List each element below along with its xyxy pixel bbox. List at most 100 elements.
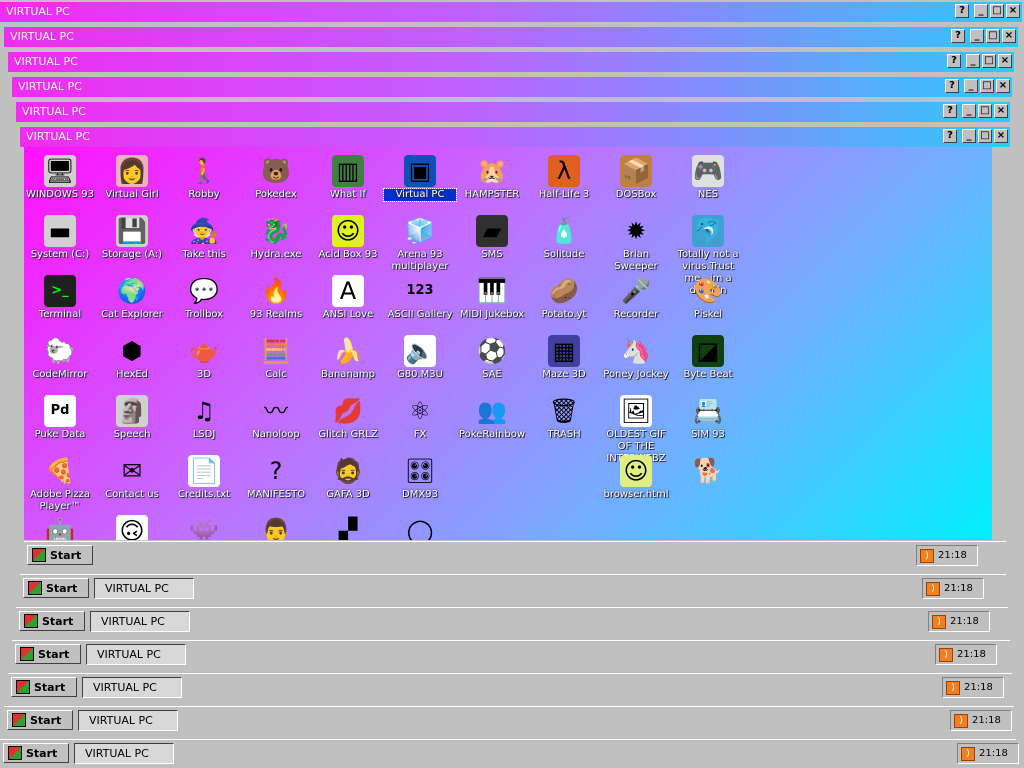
desktop-icon[interactable]: 🐑 CodeMirror bbox=[24, 335, 96, 381]
maximize-button[interactable]: □ bbox=[980, 79, 994, 93]
desktop-icon[interactable]: 📇 SIM 93 bbox=[672, 395, 744, 441]
taskbar-window-button[interactable]: VIRTUAL PC bbox=[74, 743, 174, 764]
help-button[interactable]: ? bbox=[947, 54, 961, 68]
desktop-icon[interactable]: ▞ bbox=[312, 515, 384, 540]
help-button[interactable]: ? bbox=[943, 104, 957, 118]
minimize-button[interactable]: _ bbox=[970, 29, 984, 43]
desktop-icon[interactable]: ◪ Byte Beat bbox=[672, 335, 744, 381]
desktop-icon[interactable]: 🖥 WINDOWS 93 bbox=[24, 155, 96, 201]
start-button[interactable]: Start bbox=[27, 545, 93, 565]
desktop-icon[interactable]: 💬 Trollbox bbox=[168, 275, 240, 321]
desktop-icon[interactable]: 🧊 Arena 93 multiplayer bbox=[384, 215, 456, 273]
desktop-icon[interactable]: ▬ System (C:) bbox=[24, 215, 96, 261]
minimize-button[interactable]: _ bbox=[974, 4, 988, 18]
maximize-button[interactable]: □ bbox=[978, 104, 992, 118]
rss-icon[interactable]: ) bbox=[954, 713, 968, 728]
taskbar-window-button[interactable]: VIRTUAL PC bbox=[94, 578, 194, 599]
desktop-icon[interactable]: 🫖 3D bbox=[168, 335, 240, 381]
desktop-icon[interactable]: 💋 Glitch GRLZ bbox=[312, 395, 384, 441]
desktop-icon[interactable]: ⬢ HexEd bbox=[96, 335, 168, 381]
desktop-icon[interactable]: ☺ browser.html bbox=[600, 455, 672, 501]
start-button[interactable]: Start bbox=[7, 710, 73, 730]
rss-icon[interactable]: ) bbox=[946, 680, 960, 695]
desktop-icon[interactable]: λ Half-Life 3 bbox=[528, 155, 600, 201]
desktop-icon[interactable]: 🔥 93 Realms bbox=[240, 275, 312, 321]
desktop-icon[interactable]: 🍌 Bananamp bbox=[312, 335, 384, 381]
desktop-icon[interactable]: 🍕 Adobe Pizza Player™ bbox=[24, 455, 96, 513]
rss-icon[interactable]: ) bbox=[926, 581, 940, 596]
maximize-button[interactable]: □ bbox=[990, 4, 1004, 18]
desktop-icon[interactable]: 🐕 bbox=[672, 455, 744, 489]
desktop-icon[interactable]: 👩 Virtual Girl bbox=[96, 155, 168, 201]
desktop-icon[interactable]: ◯ bbox=[384, 515, 456, 540]
desktop-icon[interactable]: 📦 DOSBox bbox=[600, 155, 672, 201]
desktop-icon[interactable]: ▦ Maze 3D bbox=[528, 335, 600, 381]
minimize-button[interactable]: _ bbox=[962, 104, 976, 118]
start-button[interactable]: Start bbox=[15, 644, 81, 664]
desktop-icon[interactable]: 🌍 Cat Explorer bbox=[96, 275, 168, 321]
desktop-icon[interactable]: 🎛 DMX93 bbox=[384, 455, 456, 501]
close-button[interactable]: × bbox=[994, 104, 1008, 118]
desktop-icon[interactable]: ▣ Virtual PC bbox=[383, 155, 457, 202]
desktop-icon[interactable]: ☺ Acid Box 93 bbox=[312, 215, 384, 261]
desktop-icon[interactable]: ▥ What If bbox=[312, 155, 384, 201]
help-button[interactable]: ? bbox=[955, 4, 969, 18]
rss-icon[interactable]: ) bbox=[920, 548, 934, 563]
window-titlebar[interactable]: VIRTUAL PC? _ □ × bbox=[16, 102, 1010, 122]
start-button[interactable]: Start bbox=[23, 578, 89, 598]
desktop-icon[interactable]: 🦄 Poney Jockey bbox=[600, 335, 672, 381]
desktop-icon[interactable]: 💾 Storage (A:) bbox=[96, 215, 168, 261]
window-titlebar[interactable]: VIRTUAL PC? _ □ × bbox=[12, 77, 1012, 97]
desktop-icon[interactable]: 🗑 TRASH bbox=[528, 395, 600, 441]
desktop-icon[interactable]: 🥔 Potato.yt bbox=[528, 275, 600, 321]
desktop-icon[interactable]: ✉ Contact us bbox=[96, 455, 168, 501]
desktop-icon[interactable]: >_ Terminal bbox=[24, 275, 96, 321]
desktop-icon[interactable]: ▰ SMS bbox=[456, 215, 528, 261]
maximize-button[interactable]: □ bbox=[986, 29, 1000, 43]
desktop-icon[interactable]: 🧮 Calc bbox=[240, 335, 312, 381]
desktop-icon[interactable]: 👾 bbox=[168, 515, 240, 540]
desktop-icon[interactable]: 🧔 GAFA 3D bbox=[312, 455, 384, 501]
taskbar-window-button[interactable]: VIRTUAL PC bbox=[86, 644, 186, 665]
desktop-icon[interactable]: 🐻 Pokedex bbox=[240, 155, 312, 201]
close-button[interactable]: × bbox=[1006, 4, 1020, 18]
help-button[interactable]: ? bbox=[943, 129, 957, 143]
desktop-icon[interactable]: ⚛ FX bbox=[384, 395, 456, 441]
desktop-icon[interactable]: 🐹 HAMPSTER bbox=[456, 155, 528, 201]
desktop-icon[interactable]: 🐉 Hydra.exe bbox=[240, 215, 312, 261]
close-button[interactable]: × bbox=[998, 54, 1012, 68]
desktop-icon[interactable]: 🤖 bbox=[24, 515, 96, 540]
taskbar-window-button[interactable]: VIRTUAL PC bbox=[90, 611, 190, 632]
close-button[interactable]: × bbox=[1002, 29, 1016, 43]
start-button[interactable]: Start bbox=[3, 743, 69, 763]
help-button[interactable]: ? bbox=[951, 29, 965, 43]
desktop-icon[interactable]: 🔈 G80.M3U bbox=[384, 335, 456, 381]
desktop-icon[interactable]: 〰 Nanoloop bbox=[240, 395, 312, 441]
desktop-icon[interactable]: 🗿 Speech bbox=[96, 395, 168, 441]
desktop-icon[interactable]: 🎨 Piskel bbox=[672, 275, 744, 321]
desktop-icon[interactable]: 🧴 Solitude bbox=[528, 215, 600, 261]
desktop-icon[interactable]: 🎹 MIDI Jukebox bbox=[456, 275, 528, 321]
desktop-icon[interactable]: ⚽ SAE bbox=[456, 335, 528, 381]
desktop-icon[interactable]: ? MANIFESTO bbox=[240, 455, 312, 501]
minimize-button[interactable]: _ bbox=[966, 54, 980, 68]
rss-icon[interactable]: ) bbox=[932, 614, 946, 629]
desktop-icon[interactable]: ✹ Brian Sweeper bbox=[600, 215, 672, 273]
close-button[interactable]: × bbox=[996, 79, 1010, 93]
desktop-icon[interactable]: 👨 bbox=[240, 515, 312, 540]
desktop-icon[interactable]: ♫ LSDJ bbox=[168, 395, 240, 441]
minimize-button[interactable]: _ bbox=[964, 79, 978, 93]
taskbar-window-button[interactable]: VIRTUAL PC bbox=[82, 677, 182, 698]
desktop-icon[interactable]: 🚶 Robby bbox=[168, 155, 240, 201]
window-titlebar[interactable]: VIRTUAL PC? _ □ × bbox=[0, 2, 1022, 22]
maximize-button[interactable]: □ bbox=[982, 54, 996, 68]
close-button[interactable]: × bbox=[994, 129, 1008, 143]
start-button[interactable]: Start bbox=[11, 677, 77, 697]
minimize-button[interactable]: _ bbox=[962, 129, 976, 143]
desktop-icon[interactable]: 📄 Credits.txt bbox=[168, 455, 240, 501]
window-titlebar[interactable]: VIRTUAL PC? _ □ × bbox=[4, 27, 1018, 47]
rss-icon[interactable]: ) bbox=[939, 647, 953, 662]
desktop-icon[interactable]: Pd Puke Data bbox=[24, 395, 96, 441]
desktop-icon[interactable]: 👥 PokeRainbow bbox=[456, 395, 528, 441]
desktop-icon[interactable]: 🎮 NES bbox=[672, 155, 744, 201]
